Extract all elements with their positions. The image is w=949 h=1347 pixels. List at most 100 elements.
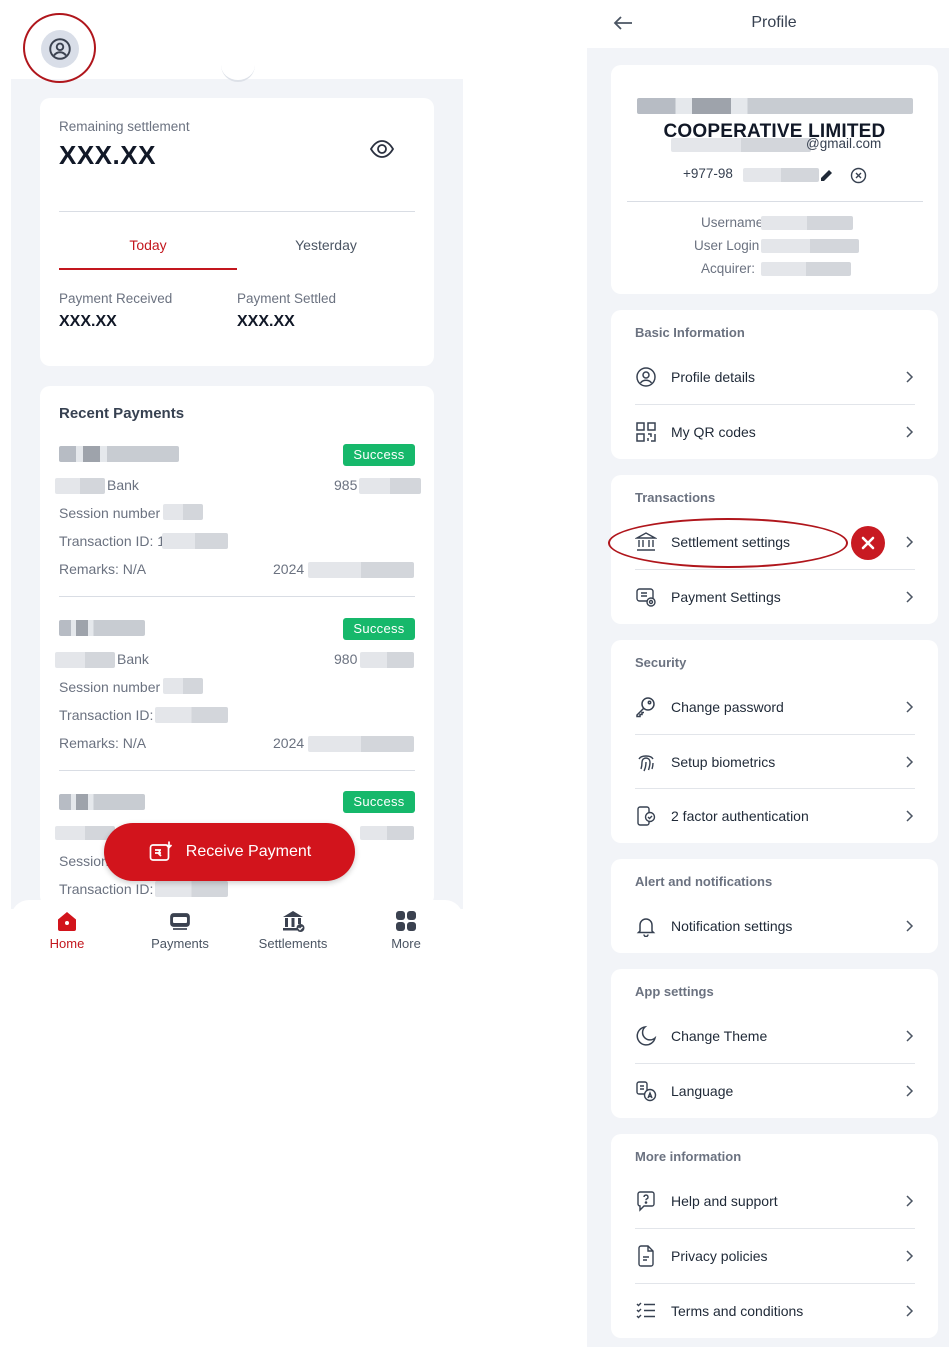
payment-settings-icon — [635, 586, 657, 608]
status-badge: Success — [343, 444, 415, 466]
section-title: Transactions — [635, 490, 716, 505]
transaction-id-label: Transaction ID: 1 — [59, 533, 166, 549]
profile-avatar-button[interactable] — [41, 30, 79, 68]
close-circle-icon[interactable] — [850, 167, 867, 184]
chevron-right-icon — [906, 536, 914, 548]
menu-item-label: Language — [671, 1083, 734, 1099]
payment-settled-value: XXX.XX — [237, 313, 295, 330]
menu-item-help-and-support[interactable]: Help and support — [635, 1174, 915, 1228]
chevron-right-icon — [906, 701, 914, 713]
nav-home[interactable]: Home — [22, 908, 112, 951]
nav-settlements[interactable]: Settlements — [248, 908, 338, 951]
section-title: Security — [635, 655, 687, 670]
menu-item-label: Help and support — [671, 1193, 778, 1209]
account-card: COOPERATIVE LIMITED @gmail.com +977-98 U… — [611, 65, 938, 294]
section-basic-information: Basic Information Profile details My QR … — [611, 310, 938, 459]
redacted-payer-name — [59, 794, 145, 810]
chevron-right-icon — [906, 756, 914, 768]
key-icon — [635, 696, 657, 718]
payment-settled-label: Payment Settled — [237, 291, 337, 306]
close-icon — [861, 536, 875, 550]
amount-text: 985 — [334, 477, 358, 493]
menu-item-payment-settings[interactable]: Payment Settings — [635, 570, 915, 624]
recent-payments-title: Recent Payments — [59, 405, 185, 422]
active-tab-indicator — [59, 268, 237, 270]
section-more-information: More information Help and support Privac… — [611, 1134, 938, 1338]
phone-shield-icon — [635, 805, 657, 827]
menu-item-2-factor-authentication[interactable]: 2 factor authentication — [635, 789, 915, 843]
chevron-right-icon — [906, 810, 914, 822]
transaction-id-label: Transaction ID: — [59, 707, 154, 723]
chevron-right-icon — [906, 1250, 914, 1262]
menu-item-label: Change password — [671, 699, 784, 715]
edit-pencil-icon[interactable] — [819, 167, 835, 183]
divider — [59, 211, 415, 212]
user-circle-icon — [49, 38, 71, 60]
chevron-right-icon — [906, 591, 914, 603]
menu-item-setup-biometrics[interactable]: Setup biometrics — [635, 735, 915, 789]
redacted-bank — [55, 478, 105, 494]
menu-item-label: My QR codes — [671, 424, 756, 440]
page-title: Profile — [751, 14, 797, 31]
redacted-acquirer — [761, 262, 851, 276]
moon-icon — [635, 1025, 657, 1047]
menu-item-privacy-policies[interactable]: Privacy policies — [635, 1229, 915, 1283]
redacted-username — [761, 216, 853, 230]
menu-item-change-theme[interactable]: Change Theme — [635, 1009, 915, 1063]
tab-today[interactable]: Today — [59, 237, 237, 253]
bank-label: Bank — [107, 477, 139, 493]
menu-item-profile-details[interactable]: Profile details — [635, 350, 915, 404]
bank-label: Bank — [117, 651, 149, 667]
highlight-ellipse — [608, 518, 848, 568]
menu-item-my-qr-codes[interactable]: My QR codes — [635, 405, 915, 459]
redacted-session — [163, 678, 203, 694]
eye-icon[interactable] — [369, 138, 395, 160]
back-arrow-icon[interactable] — [612, 12, 634, 34]
menu-item-label: Profile details — [671, 369, 756, 385]
chevron-right-icon — [906, 1085, 914, 1097]
nav-more[interactable]: More — [361, 908, 451, 951]
bell-icon — [635, 915, 657, 937]
transaction-id-label: Transaction ID: — [59, 881, 154, 897]
session-number-label: Session — [59, 853, 109, 869]
redacted-transaction-id — [155, 881, 228, 897]
receive-payment-icon — [149, 841, 172, 861]
redacted-user-login — [761, 239, 859, 253]
menu-item-label: Setup biometrics — [671, 754, 776, 770]
qr-code-icon — [635, 421, 657, 443]
redacted-company-name — [637, 98, 913, 114]
settlement-card: Remaining settlement XXX.XX Today Yester… — [40, 98, 434, 366]
date-text: 2024 — [273, 735, 305, 751]
nav-payments[interactable]: Payments — [135, 908, 225, 951]
email-text: @gmail.com — [806, 136, 882, 151]
section-title: Alert and notifications — [635, 874, 773, 889]
menu-item-label: Payment Settings — [671, 589, 781, 605]
remaining-settlement-value: XXX.XX — [59, 140, 156, 170]
username-label: Username — [701, 215, 764, 230]
chevron-right-icon — [906, 371, 914, 383]
phone-text: +977-98 — [683, 166, 733, 181]
redacted-transaction-id — [162, 533, 228, 549]
nav-settlements-label: Settlements — [258, 936, 328, 951]
remarks-label: Remarks: N/A — [59, 735, 147, 751]
redacted-session — [163, 504, 203, 520]
tab-yesterday[interactable]: Yesterday — [237, 237, 415, 253]
payments-icon — [170, 913, 190, 930]
redacted-date — [308, 736, 414, 752]
checklist-icon — [635, 1300, 657, 1322]
menu-item-terms-and-conditions[interactable]: Terms and conditions — [635, 1284, 915, 1338]
redacted-date — [308, 562, 414, 578]
redacted-amount — [360, 826, 414, 840]
menu-item-language[interactable]: Language — [635, 1064, 915, 1118]
menu-item-notification-settings[interactable]: Notification settings — [635, 899, 915, 953]
redacted-email — [671, 138, 811, 152]
menu-item-label: Terms and conditions — [671, 1303, 804, 1319]
menu-item-label: 2 factor authentication — [671, 808, 809, 824]
menu-item-change-password[interactable]: Change password — [635, 680, 915, 734]
help-chat-icon — [635, 1190, 657, 1212]
receive-payment-button[interactable]: Receive Payment — [104, 823, 355, 881]
grid-icon — [396, 911, 416, 931]
section-title: Basic Information — [635, 325, 745, 340]
session-number-label: Session number — [59, 505, 161, 521]
remaining-settlement-label: Remaining settlement — [59, 119, 190, 134]
